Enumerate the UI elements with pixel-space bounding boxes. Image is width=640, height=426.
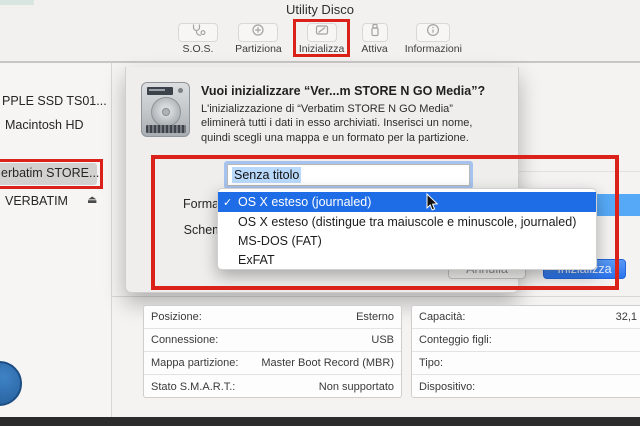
info-row-smart: Stato S.M.A.R.T.: Non supportato (151, 380, 394, 393)
info-row-dispositivo: Dispositivo: (419, 380, 476, 393)
sidebar-item-verbatim-volume[interactable]: VERBATIM (5, 194, 68, 208)
eject-icon[interactable]: ⏏ (87, 193, 97, 206)
info-row-conteggio-figli: Conteggio figli: (412, 329, 640, 352)
dialog-body-text: L'inizializzazione di “Verbatim STORE N … (201, 103, 473, 144)
hard-disk-icon (141, 82, 190, 137)
device-info-table-right: Capacità: 32,1 Conteggio figli: Tipo: Di… (411, 305, 640, 398)
menu-item-osx-journaled[interactable]: ✓ OS X esteso (journaled) (218, 192, 596, 212)
menu-item-msdos-fat[interactable]: MS-DOS (FAT) (218, 231, 596, 250)
device-sidebar: PPLE SSD TS01... Macintosh HD erbatim ST… (0, 63, 112, 417)
info-row-posizione: Posizione: Esterno (144, 306, 401, 329)
partition-icon (250, 23, 266, 42)
toolbar-button-group: S.O.S. Partiziona Inizializza Attiva Inf… (178, 19, 462, 61)
sos-button-label: S.O.S. (182, 43, 214, 55)
name-input-selected-text: Senza titolo (232, 167, 302, 183)
device-info-table-left: Posizione: Esterno Connessione: USB Mapp… (143, 305, 402, 398)
info-row-connessione: Connessione: USB (144, 329, 401, 352)
info-row-mappa-partizione: Mappa partizione: Master Boot Record (MB… (144, 352, 401, 375)
format-dropdown-menu: ✓ OS X esteso (journaled) OS X esteso (d… (217, 188, 597, 270)
info-button-label: Informazioni (404, 43, 462, 55)
sidebar-item-apple-ssd[interactable]: PPLE SSD TS01... (2, 94, 107, 108)
erase-icon (314, 23, 330, 42)
popup-highlight-strip (597, 194, 640, 216)
checkmark-icon: ✓ (223, 196, 233, 209)
menu-item-exfat[interactable]: ExFAT (218, 250, 596, 269)
info-pane-divider (112, 296, 640, 297)
mount-button[interactable]: Attiva (361, 23, 388, 55)
background-section-line (519, 171, 640, 172)
partition-button-label: Partiziona (235, 43, 282, 55)
sidebar-item-verbatim-store[interactable]: erbatim STORE... (1, 166, 99, 180)
menu-item-osx-case-sensitive[interactable]: OS X esteso (distingue tra maiuscole e m… (218, 212, 596, 231)
dialog-title: Vuoi inizializzare “Ver...m STORE N GO M… (201, 84, 486, 98)
info-row-capacita: Capacità: 32,1 (412, 306, 640, 329)
sidebar-item-macintosh-hd[interactable]: Macintosh HD (5, 118, 84, 132)
info-button[interactable]: Informazioni (405, 23, 462, 55)
info-row-tipo: Tipo: (412, 352, 640, 375)
name-input[interactable]: Senza titolo (227, 164, 470, 186)
info-icon (426, 23, 440, 42)
erase-button[interactable]: Inizializza (292, 19, 351, 57)
stethoscope-icon (190, 23, 206, 42)
disk-utility-window: Utility Disco S.O.S. Partiziona Iniziali… (0, 0, 640, 426)
mount-button-label: Attiva (361, 43, 388, 55)
window-title: Utility Disco (286, 2, 354, 17)
bottom-bar (0, 417, 640, 426)
mount-icon (369, 23, 381, 42)
partition-button[interactable]: Partiziona (235, 23, 282, 55)
erase-button-label: Inizializza (298, 43, 345, 55)
window-toolbar: Utility Disco S.O.S. Partiziona Iniziali… (0, 0, 640, 62)
sos-button[interactable]: S.O.S. (178, 23, 218, 55)
